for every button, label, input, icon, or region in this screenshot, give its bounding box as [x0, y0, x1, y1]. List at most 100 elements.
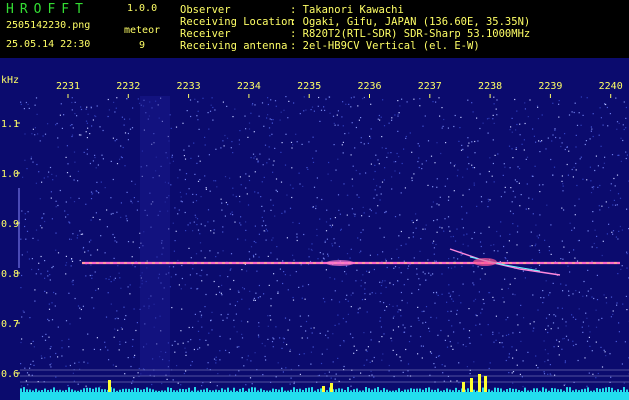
noise-speck — [90, 107, 92, 109]
noise-speck — [375, 212, 377, 214]
noise-speck — [135, 329, 137, 332]
noise-speck — [126, 191, 128, 193]
noise-speck — [555, 272, 557, 274]
noise-speck — [315, 205, 317, 207]
noise-speck — [352, 337, 354, 339]
noise-speck — [216, 186, 218, 188]
bottom-bar-spike — [626, 389, 628, 392]
noise-speck — [255, 292, 257, 294]
noise-speck — [258, 256, 260, 258]
noise-speck — [535, 268, 537, 270]
noise-speck — [612, 310, 614, 312]
noise-speck — [599, 209, 601, 211]
noise-speck — [21, 274, 23, 277]
noise-speck — [280, 151, 282, 153]
noise-speck — [265, 224, 267, 227]
noise-speck — [287, 329, 289, 331]
noise-speck — [235, 313, 237, 315]
noise-speck — [300, 325, 302, 327]
noise-speck — [543, 371, 545, 373]
bottom-bar-spike — [326, 390, 328, 392]
noise-speck — [127, 132, 129, 135]
noise-speck — [529, 323, 531, 325]
spectrogram: kHz 2231 2232 2233 2234 2235 2236 2237 2238 2239… — [0, 58, 629, 400]
noise-speck — [610, 296, 613, 298]
noise-speck — [362, 98, 364, 100]
bottom-bar-spike — [473, 389, 475, 392]
bottom-bar-spike — [440, 390, 442, 392]
noise-speck — [114, 111, 116, 113]
noise-speck — [215, 362, 217, 364]
noise-speck — [42, 135, 44, 137]
noise-speck — [260, 196, 262, 198]
noise-speck — [307, 315, 310, 317]
noise-speck — [486, 118, 489, 120]
noise-speck — [417, 353, 419, 355]
noise-speck — [578, 198, 580, 200]
noise-speck — [239, 176, 241, 178]
noise-speck — [419, 250, 421, 252]
noise-speck — [82, 305, 84, 307]
noise-speck — [493, 299, 495, 301]
noise-speck — [462, 176, 464, 178]
noise-speck — [226, 137, 229, 139]
noise-speck — [386, 156, 388, 158]
noise-speck — [545, 317, 548, 319]
noise-speck — [303, 233, 305, 236]
noise-speck — [201, 326, 203, 328]
noise-speck — [575, 343, 577, 345]
noise-speck — [515, 147, 517, 149]
noise-speck — [505, 319, 507, 321]
noise-speck — [92, 160, 94, 162]
bottom-bar-spike — [176, 390, 178, 392]
noise-speck — [25, 101, 27, 104]
noise-speck — [552, 134, 554, 136]
noise-speck — [405, 348, 407, 351]
noise-speck — [334, 324, 336, 326]
noise-speck — [132, 339, 134, 341]
noise-speck — [313, 327, 315, 329]
noise-speck — [602, 167, 604, 169]
noise-speck — [275, 326, 277, 328]
noise-speck — [576, 260, 579, 262]
noise-speck — [332, 333, 334, 335]
noise-speck — [120, 202, 122, 204]
noise-speck — [210, 230, 212, 232]
noise-speck — [91, 274, 93, 276]
noise-speck — [190, 339, 192, 341]
noise-speck — [344, 271, 346, 273]
noise-speck — [299, 373, 301, 375]
noise-speck — [232, 214, 234, 216]
noise-speck — [35, 273, 37, 275]
noise-speck — [435, 101, 437, 103]
noise-speck — [567, 174, 569, 176]
noise-speck — [359, 251, 361, 254]
noise-speck — [24, 218, 26, 220]
noise-speck — [26, 230, 29, 232]
noise-speck — [533, 135, 535, 137]
bottom-bar-spike — [320, 388, 322, 392]
noise-speck — [549, 364, 551, 366]
noise-speck — [224, 134, 226, 137]
noise-speck — [72, 281, 74, 283]
noise-speck — [508, 333, 510, 336]
noise-speck — [519, 373, 521, 375]
noise-speck — [512, 382, 514, 384]
noise-speck — [180, 288, 182, 290]
noise-speck — [201, 385, 203, 387]
noise-speck — [308, 248, 310, 250]
noise-speck — [385, 260, 387, 262]
noise-speck — [448, 226, 450, 228]
noise-speck — [315, 150, 317, 152]
noise-speck — [241, 298, 243, 300]
bottom-bar-spike — [233, 387, 235, 392]
bottom-bar-spike — [170, 387, 172, 392]
noise-speck — [537, 309, 539, 311]
noise-speck — [127, 139, 129, 141]
noise-speck — [533, 327, 535, 329]
bottom-bar-spike — [194, 387, 196, 392]
noise-speck — [591, 246, 593, 248]
noise-speck — [578, 239, 580, 242]
noise-speck — [57, 326, 59, 328]
noise-speck — [353, 376, 355, 378]
